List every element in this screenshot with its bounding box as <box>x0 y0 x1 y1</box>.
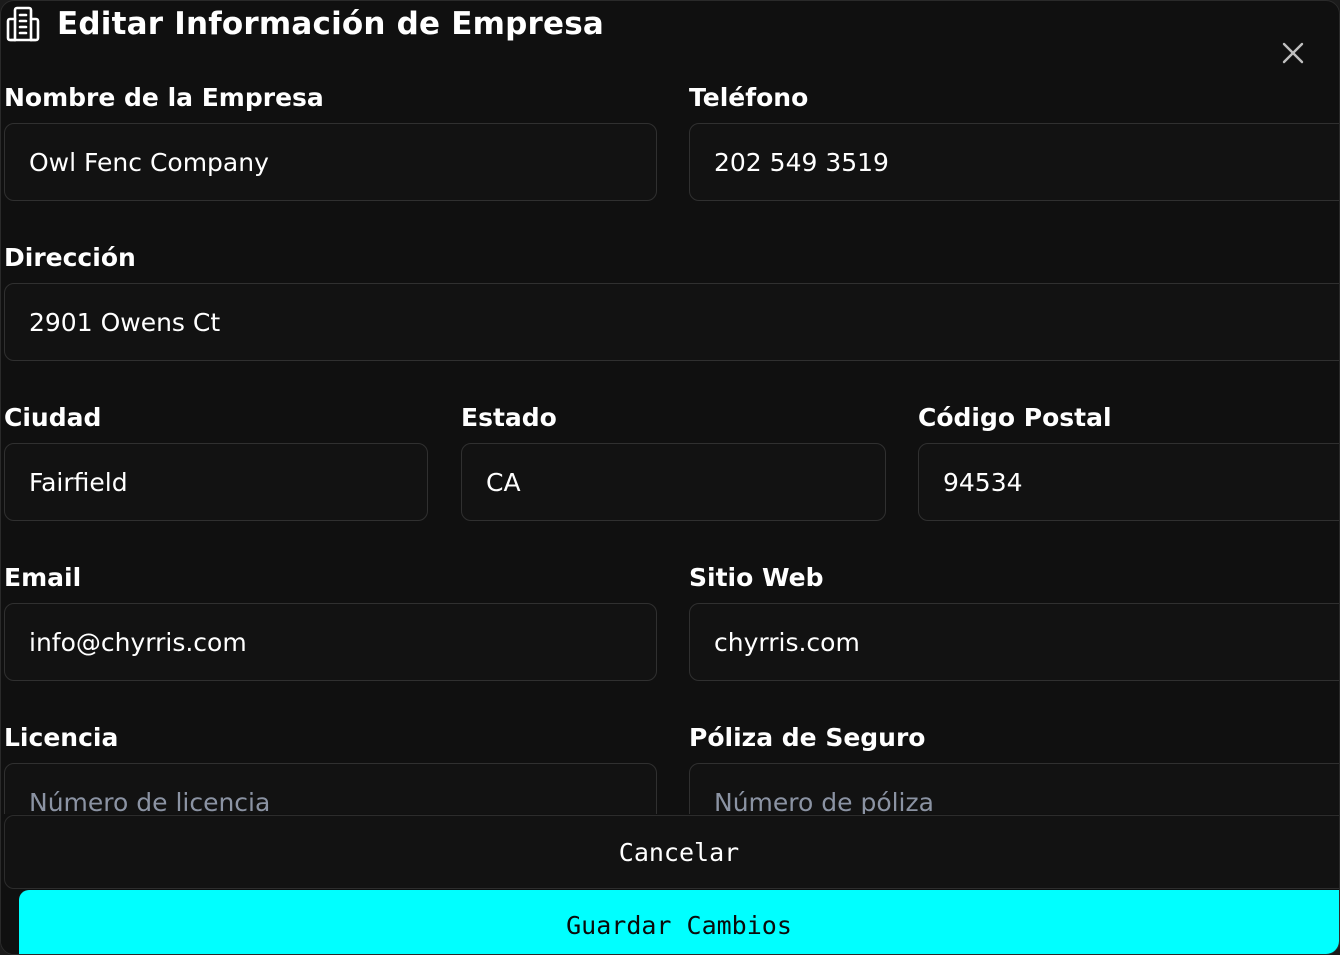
state-label: Estado <box>461 403 557 432</box>
building-document-icon <box>5 5 43 43</box>
state-input[interactable] <box>461 443 886 521</box>
zip-label: Código Postal <box>918 403 1112 432</box>
website-input[interactable] <box>689 603 1339 681</box>
zip-input[interactable] <box>918 443 1339 521</box>
dialog-title: Editar Información de Empresa <box>57 6 605 42</box>
email-input[interactable] <box>4 603 657 681</box>
insurance-label: Póliza de Seguro <box>689 723 926 752</box>
company-name-label: Nombre de la Empresa <box>4 83 324 112</box>
save-changes-label: Guardar Cambios <box>566 911 792 940</box>
website-label: Sitio Web <box>689 563 824 592</box>
close-button[interactable] <box>1279 39 1307 67</box>
edit-company-dialog: Editar Información de Empresa Nombre de … <box>0 0 1340 955</box>
close-icon <box>1282 42 1304 64</box>
email-label: Email <box>4 563 82 592</box>
city-input[interactable] <box>4 443 428 521</box>
phone-label: Teléfono <box>689 83 809 112</box>
address-input[interactable] <box>4 283 1339 361</box>
company-name-input[interactable] <box>4 123 657 201</box>
phone-input[interactable] <box>689 123 1339 201</box>
city-label: Ciudad <box>4 403 102 432</box>
address-label: Dirección <box>4 243 136 272</box>
cancel-button[interactable]: Cancelar <box>4 815 1339 889</box>
license-label: Licencia <box>4 723 119 752</box>
save-changes-button[interactable]: Guardar Cambios <box>19 890 1339 954</box>
dialog-header: Editar Información de Empresa <box>5 5 604 43</box>
